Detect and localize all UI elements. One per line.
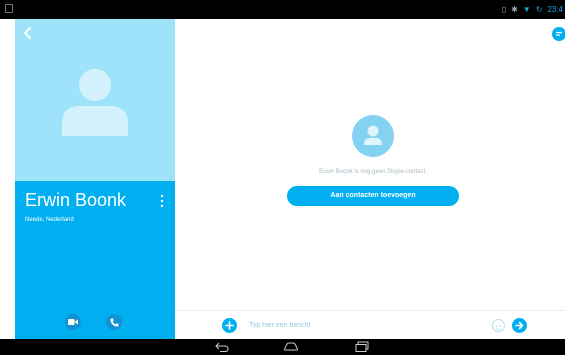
bluetooth-icon: ✱ bbox=[511, 5, 518, 14]
screenshot-notification-icon bbox=[5, 4, 13, 13]
avatar-placeholder-icon bbox=[62, 69, 128, 136]
arrow-right-icon bbox=[515, 321, 524, 330]
person-icon bbox=[364, 125, 382, 145]
voice-call-button[interactable] bbox=[106, 314, 122, 330]
contact-avatar-area bbox=[15, 19, 175, 181]
contact-location: Neede, Nederland bbox=[25, 217, 74, 223]
not-a-contact-notice: Erwin Boonk is nog geen Skype-contact. bbox=[319, 169, 427, 175]
chat-bubble-icon[interactable] bbox=[552, 27, 565, 41]
sync-icon: ↻ bbox=[535, 5, 543, 14]
back-icon[interactable] bbox=[21, 26, 35, 40]
add-to-contacts-button[interactable]: Aan contacten toevoegen bbox=[287, 186, 459, 206]
message-composer bbox=[175, 310, 565, 340]
contact-avatar-small bbox=[352, 115, 394, 157]
send-button[interactable] bbox=[512, 318, 527, 333]
android-nav-bar bbox=[0, 339, 565, 355]
smiley-icon bbox=[495, 325, 502, 330]
contact-panel: Erwin Boonk Neede, Nederland bbox=[15, 19, 175, 339]
back-nav-icon[interactable] bbox=[214, 341, 230, 353]
video-camera-icon bbox=[68, 319, 78, 325]
clock: 23:4 bbox=[547, 5, 563, 14]
status-bar: ▯ ✱ ▼ ↻ 23:4 bbox=[0, 0, 565, 19]
recents-nav-icon[interactable] bbox=[354, 341, 370, 353]
message-input[interactable] bbox=[249, 317, 479, 334]
add-attachment-button[interactable] bbox=[222, 318, 237, 333]
status-icons: ▯ ✱ ▼ ↻ 23:4 bbox=[502, 3, 563, 16]
chat-lines-icon bbox=[556, 32, 562, 36]
home-nav-icon[interactable] bbox=[283, 341, 299, 353]
conversation-pane: Erwin Boonk is nog geen Skype-contact. A… bbox=[175, 19, 565, 339]
contact-name: Erwin Boonk bbox=[25, 190, 127, 210]
video-call-button[interactable] bbox=[65, 314, 81, 330]
more-options-icon[interactable] bbox=[159, 194, 165, 208]
emoticon-button[interactable] bbox=[492, 319, 505, 332]
phone-icon bbox=[110, 318, 118, 326]
wifi-icon: ▼ bbox=[522, 5, 531, 14]
plus-icon bbox=[225, 321, 234, 330]
battery-icon: ▯ bbox=[501, 5, 507, 14]
